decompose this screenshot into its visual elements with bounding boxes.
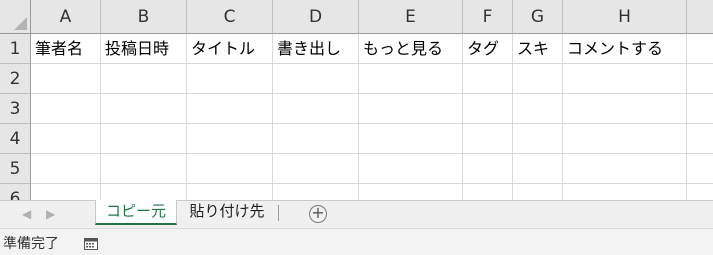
cell-f3[interactable] (463, 94, 513, 124)
cell-f2[interactable] (463, 64, 513, 94)
cell-e1[interactable]: もっと見る (359, 34, 463, 64)
cell-e6[interactable] (359, 184, 463, 200)
cell-b5[interactable] (101, 154, 187, 184)
column-header-b[interactable]: B (101, 0, 187, 34)
column-header-e[interactable]: E (359, 0, 463, 34)
spreadsheet-grid[interactable]: A B C D E F G H 1 2 3 4 5 6 筆者名 投稿日時 タイト… (0, 0, 713, 200)
sheet-tab-paste-target[interactable]: 貼り付け先 (178, 200, 276, 225)
cell-f1[interactable]: タグ (463, 34, 513, 64)
cell-i4[interactable] (687, 124, 713, 154)
cell-i3[interactable] (687, 94, 713, 124)
prev-sheet-icon[interactable]: ◀ (22, 207, 31, 221)
cell-c2[interactable] (187, 64, 273, 94)
cell-i2[interactable] (687, 64, 713, 94)
row-header-4[interactable]: 4 (0, 124, 31, 154)
row-header-2[interactable]: 2 (0, 64, 31, 94)
cell-c6[interactable] (187, 184, 273, 200)
cell-h6[interactable] (563, 184, 687, 200)
cell-a2[interactable] (31, 64, 101, 94)
column-header-c[interactable]: C (187, 0, 273, 34)
cell-i1[interactable] (687, 34, 713, 64)
add-sheet-button[interactable]: + (309, 205, 327, 223)
cell-h2[interactable] (563, 64, 687, 94)
cell-b2[interactable] (101, 64, 187, 94)
cell-e2[interactable] (359, 64, 463, 94)
next-sheet-icon[interactable]: ▶ (46, 207, 55, 221)
status-bar: 準備完了 (0, 228, 713, 255)
cell-c3[interactable] (187, 94, 273, 124)
cell-a5[interactable] (31, 154, 101, 184)
cell-h4[interactable] (563, 124, 687, 154)
cell-e5[interactable] (359, 154, 463, 184)
cell-a6[interactable] (31, 184, 101, 200)
row-header-5[interactable]: 5 (0, 154, 31, 184)
cell-a4[interactable] (31, 124, 101, 154)
cell-b4[interactable] (101, 124, 187, 154)
tab-divider (278, 205, 279, 221)
cell-d2[interactable] (273, 64, 359, 94)
cell-c4[interactable] (187, 124, 273, 154)
cell-d5[interactable] (273, 154, 359, 184)
cell-g2[interactable] (513, 64, 563, 94)
cell-f6[interactable] (463, 184, 513, 200)
cell-g4[interactable] (513, 124, 563, 154)
cell-g1[interactable]: スキ (513, 34, 563, 64)
cell-e3[interactable] (359, 94, 463, 124)
cell-g6[interactable] (513, 184, 563, 200)
cell-f4[interactable] (463, 124, 513, 154)
select-all-triangle-icon (14, 17, 27, 30)
select-all-corner[interactable] (0, 0, 31, 34)
sheet-tab-bar: ◀ ▶ コピー元 貼り付け先 + (0, 200, 713, 228)
column-header-a[interactable]: A (31, 0, 101, 34)
cell-a3[interactable] (31, 94, 101, 124)
cell-i5[interactable] (687, 154, 713, 184)
sheet-tab-copy-source[interactable]: コピー元 (95, 200, 177, 225)
status-ready-text: 準備完了 (3, 236, 59, 252)
cell-e4[interactable] (359, 124, 463, 154)
cell-d3[interactable] (273, 94, 359, 124)
column-header-d[interactable]: D (273, 0, 359, 34)
cell-b6[interactable] (101, 184, 187, 200)
cell-h1[interactable]: コメントする (563, 34, 687, 64)
cell-d4[interactable] (273, 124, 359, 154)
row-header-3[interactable]: 3 (0, 94, 31, 124)
cell-b1[interactable]: 投稿日時 (101, 34, 187, 64)
cell-g5[interactable] (513, 154, 563, 184)
cell-a1[interactable]: 筆者名 (31, 34, 101, 64)
cell-b3[interactable] (101, 94, 187, 124)
macro-record-icon[interactable] (84, 235, 98, 254)
cell-f5[interactable] (463, 154, 513, 184)
cell-h5[interactable] (563, 154, 687, 184)
row-header-1[interactable]: 1 (0, 34, 31, 64)
row-header-6[interactable]: 6 (0, 184, 31, 200)
cell-d1[interactable]: 書き出し (273, 34, 359, 64)
cell-i6[interactable] (687, 184, 713, 200)
cell-c5[interactable] (187, 154, 273, 184)
column-header-f[interactable]: F (463, 0, 513, 34)
column-header-g[interactable]: G (513, 0, 563, 34)
column-header-next[interactable] (687, 0, 713, 34)
cell-d6[interactable] (273, 184, 359, 200)
column-header-h[interactable]: H (563, 0, 687, 34)
cell-g3[interactable] (513, 94, 563, 124)
cell-h3[interactable] (563, 94, 687, 124)
cell-c1[interactable]: タイトル (187, 34, 273, 64)
